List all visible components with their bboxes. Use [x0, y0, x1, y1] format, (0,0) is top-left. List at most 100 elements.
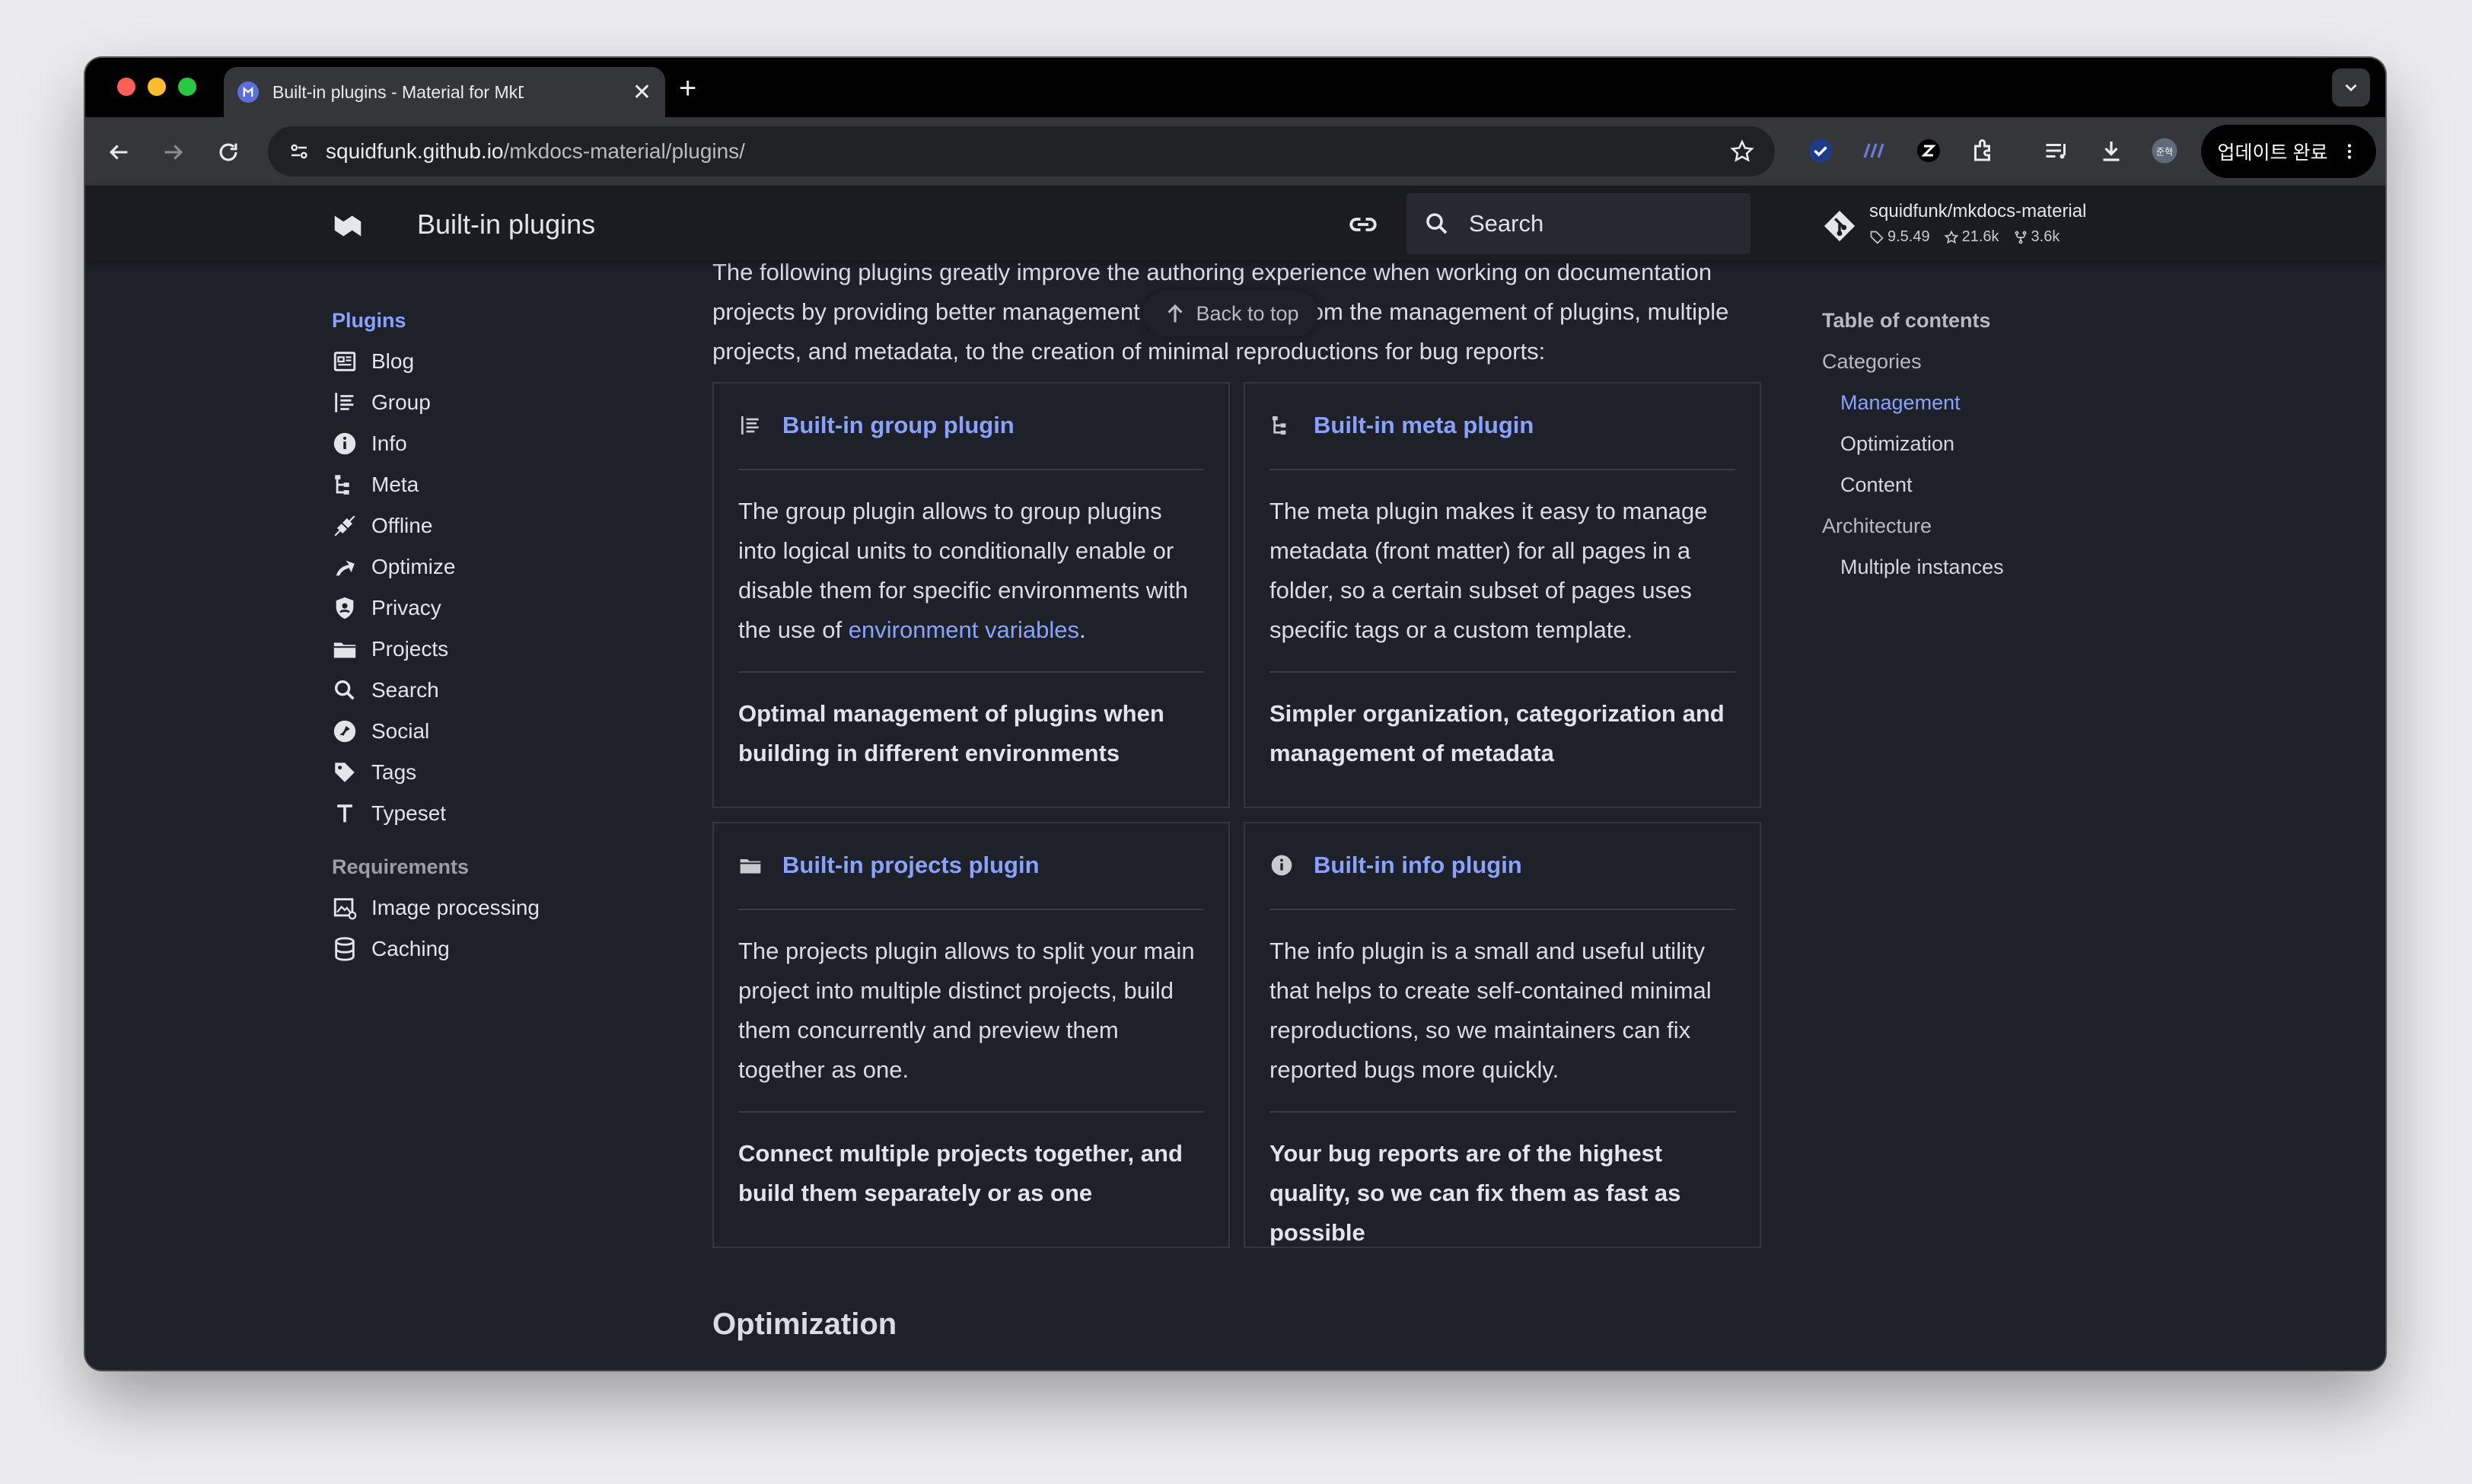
chevron-down-icon	[2345, 84, 2357, 92]
new-tab-button[interactable]: +	[679, 73, 696, 103]
material-logo-icon[interactable]	[330, 207, 365, 242]
toc-heading: Table of contents	[1822, 309, 1991, 332]
sidebar-heading-plugins[interactable]: Plugins	[332, 300, 651, 341]
environment-variables-link[interactable]: environment variables	[849, 616, 1079, 643]
search-icon	[1426, 213, 1448, 234]
profile-avatar[interactable]: 준혁	[2148, 134, 2181, 167]
privacy-icon	[336, 597, 354, 619]
search-input[interactable]: Search	[1406, 193, 1750, 254]
sidebar-item-label: Offline	[371, 514, 433, 537]
card-title: Built-in group plugin	[782, 412, 1015, 438]
media-playlist-icon[interactable]	[2040, 134, 2073, 167]
tab-search-button[interactable]	[2332, 68, 2370, 107]
sidebar-item-label: Typeset	[371, 801, 447, 825]
card-divider	[738, 909, 1204, 910]
card-tagline: Optimal management of plugins when build…	[738, 700, 1164, 766]
back-to-top-label: Back to top	[1196, 301, 1299, 325]
plugin-card-group: Built-in group plugin The group plugin a…	[712, 382, 1230, 808]
sidebar-item-privacy[interactable]: Privacy	[332, 588, 651, 629]
url-host: squidfunk.github.io	[326, 139, 504, 163]
sidebar-item-blog[interactable]: Blog	[332, 341, 651, 382]
sidebar-item-caching[interactable]: Caching	[332, 928, 651, 970]
database-icon	[335, 937, 355, 961]
card-title-link[interactable]: Built-in info plugin	[1269, 846, 1735, 884]
star-icon	[1944, 230, 1959, 244]
address-bar[interactable]: squidfunk.github.io/mkdocs-material/plug…	[268, 126, 1775, 177]
site-header: Built-in plugins Search squidfunk/mkdocs…	[85, 187, 2385, 260]
sidebar-item-offline[interactable]: Offline	[332, 505, 651, 546]
card-divider	[738, 1111, 1204, 1113]
card-title-link[interactable]: Built-in projects plugin	[738, 846, 1204, 884]
maximize-window-button[interactable]	[178, 78, 196, 96]
meta-icon	[1273, 416, 1286, 435]
search-icon	[334, 680, 355, 700]
reload-button[interactable]	[213, 137, 244, 167]
sidebar-item-label: Optimize	[371, 555, 456, 578]
repo-forks-text: 3.6k	[2031, 228, 2060, 245]
site-settings-icon[interactable]	[288, 140, 311, 163]
card-title: Built-in projects plugin	[782, 852, 1040, 878]
card-title-link[interactable]: Built-in meta plugin	[1269, 406, 1735, 444]
sidebar-item-meta[interactable]: Meta	[332, 464, 651, 505]
sidebar-item-search[interactable]: Search	[332, 670, 651, 711]
card-divider	[738, 671, 1204, 673]
search-placeholder: Search	[1469, 210, 1544, 237]
repo-name: squidfunk/mkdocs-material	[1869, 201, 2087, 221]
sidebar-item-image-processing[interactable]: Image processing	[332, 887, 651, 928]
card-description: The projects plugin allows to split your…	[738, 938, 1195, 1083]
profile-label: 준혁	[2156, 146, 2173, 157]
extension-wave-icon[interactable]	[1857, 134, 1891, 167]
plugin-card-meta: Built-in meta plugin The meta plugin mak…	[1244, 382, 1761, 808]
card-divider	[1269, 909, 1735, 910]
toc-item-content[interactable]: Content	[1822, 464, 2126, 505]
sidebar-item-label: Caching	[371, 937, 450, 960]
share-link-icon[interactable]	[1347, 209, 1379, 240]
sidebar-item-social[interactable]: Social	[332, 711, 651, 752]
toc-item-categories[interactable]: Categories	[1822, 341, 2126, 382]
typeset-icon	[337, 804, 352, 823]
image-icon	[333, 898, 357, 920]
sidebar-item-label: Search	[371, 678, 439, 702]
update-button[interactable]: 업데이트 완료	[2201, 125, 2376, 178]
info-icon	[1271, 855, 1292, 876]
forward-button[interactable]	[158, 137, 189, 167]
card-description-end: .	[1079, 616, 1086, 643]
download-icon[interactable]	[2095, 134, 2128, 167]
card-description: The meta plugin makes it easy to manage …	[1269, 498, 1708, 643]
browser-tab[interactable]: Built-in plugins - Material for MkDocs ✕	[224, 67, 665, 117]
sidebar-item-label: Tags	[371, 760, 417, 784]
tag-icon	[335, 763, 355, 782]
sidebar-item-tags[interactable]: Tags	[332, 752, 651, 793]
sidebar-item-typeset[interactable]: Typeset	[332, 793, 651, 834]
sidebar-item-projects[interactable]: Projects	[332, 629, 651, 670]
extensions-puzzle-icon[interactable]	[1967, 134, 2000, 167]
tab-close-icon[interactable]: ✕	[632, 79, 651, 106]
sidebar-item-optimize[interactable]: Optimize	[332, 546, 651, 588]
folder-icon	[333, 642, 356, 658]
toc-item-multiple-instances[interactable]: Multiple instances	[1822, 546, 2126, 588]
arrow-right-icon	[164, 145, 183, 160]
repo-version: 9.5.49	[1869, 228, 1930, 246]
update-label: 업데이트 완료	[2217, 142, 2328, 164]
bookmark-star-icon[interactable]	[1729, 139, 1755, 164]
url-path: /mkdocs-material/plugins/	[503, 139, 745, 163]
back-to-top-button[interactable]: Back to top	[1143, 291, 1318, 336]
toc-item-management[interactable]: Management	[1822, 382, 2126, 423]
card-tagline: Connect multiple projects together, and …	[738, 1140, 1183, 1206]
sidebar-item-info[interactable]: Info	[332, 423, 651, 464]
extension-z-icon[interactable]	[1912, 134, 1945, 167]
card-divider	[1269, 671, 1735, 673]
back-button[interactable]	[104, 137, 134, 167]
sidebar-item-group[interactable]: Group	[332, 382, 651, 423]
minimize-window-button[interactable]	[148, 78, 166, 96]
card-description: The group plugin allows to group plugins…	[738, 492, 1204, 647]
sidebar-item-label: Info	[371, 432, 407, 455]
blog-icon	[333, 352, 356, 371]
close-window-button[interactable]	[117, 78, 135, 96]
toc-item-architecture[interactable]: Architecture	[1822, 505, 2126, 546]
sidebar-item-label: Image processing	[371, 896, 540, 919]
toc-item-optimization[interactable]: Optimization	[1822, 423, 2126, 464]
extension-check-icon[interactable]	[1804, 134, 1837, 167]
sidebar-heading-requirements[interactable]: Requirements	[332, 846, 651, 887]
card-title-link[interactable]: Built-in group plugin	[738, 406, 1204, 444]
